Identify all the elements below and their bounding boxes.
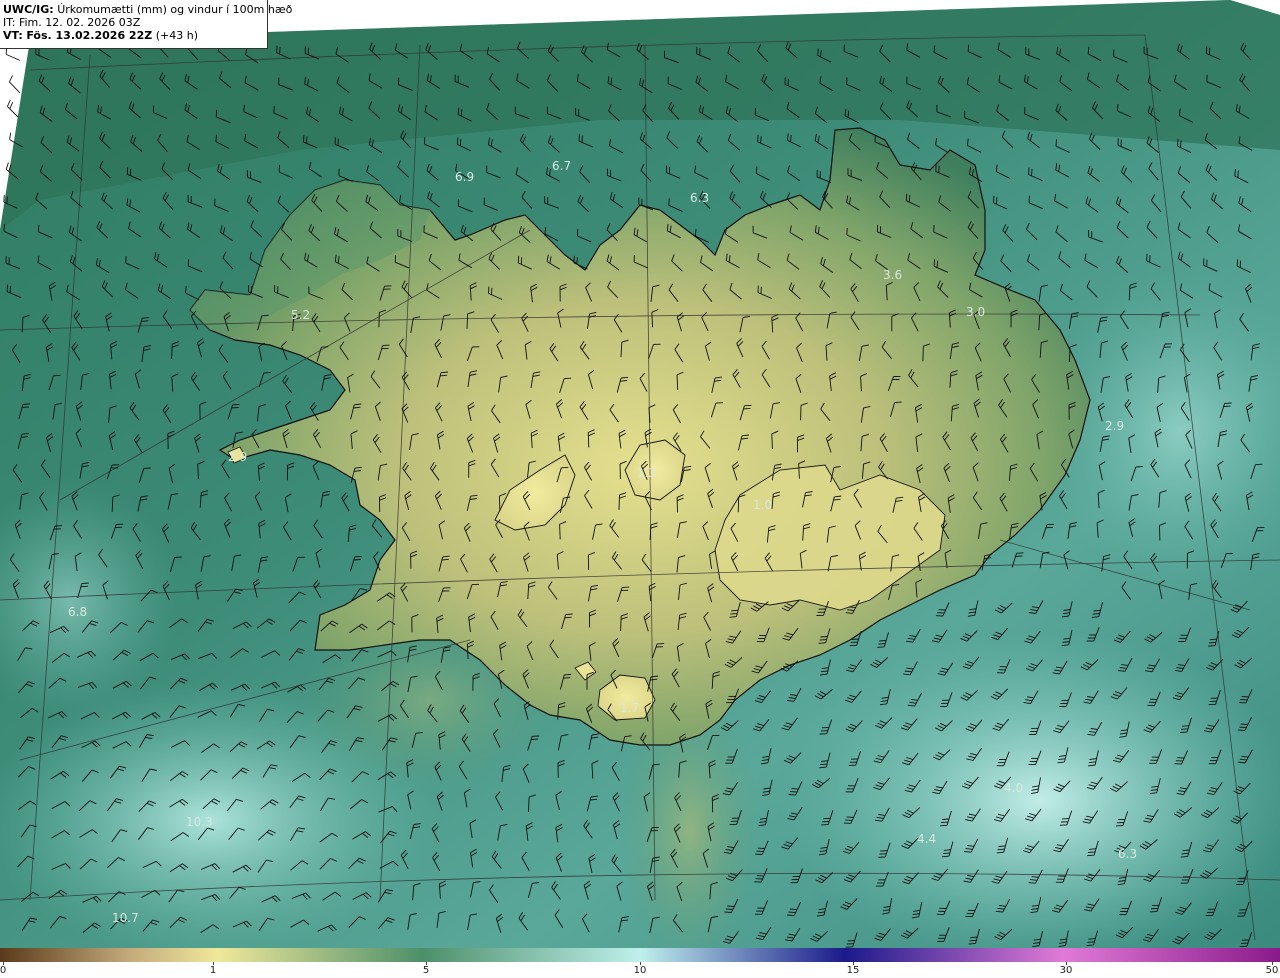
map-label: 3.0 (966, 305, 985, 319)
map-label: 6.3 (1118, 847, 1137, 861)
map-label: 10.3 (186, 815, 213, 829)
product-id: UWC/IG: (3, 3, 54, 16)
colorbar-label: 10 (633, 965, 647, 976)
colorbar-label: 0 (0, 965, 7, 976)
map-label: 10.7 (112, 911, 139, 925)
map-label: 5.2 (291, 308, 310, 322)
valid-time-line: VT: Fös. 13.02.2026 22Z (+43 h) (3, 29, 267, 42)
colorbar-gradient (0, 948, 1280, 962)
map-label: 1.7 (620, 701, 639, 715)
map-label: 1.3 (637, 466, 656, 480)
valid-time-date: Fös. 13.02.2026 22Z (26, 29, 153, 42)
map-label: 2.9 (1105, 419, 1124, 433)
map-label: 4.0 (1004, 781, 1023, 795)
colorbar-label: 5 (422, 965, 430, 976)
colorbar-label: 30 (1059, 965, 1073, 976)
map-label: 6.9 (455, 170, 474, 184)
map-label: 6.8 (68, 605, 87, 619)
map-label: 4.4 (917, 832, 936, 846)
precipitation-wind-map: 6.9 6.7 6.3 5.2 3.6 3.0 2.9 2.9 1.3 1.0 … (0, 0, 1280, 948)
product-title: Úrkomumætti (mm) og vindur í 100m hæð (57, 3, 293, 16)
info-title-line: UWC/IG: Úrkomumætti (mm) og vindur í 100… (3, 3, 292, 16)
colorbar-label: 50 (1265, 965, 1279, 976)
map-label: 6.3 (690, 191, 709, 205)
valid-time-prefix: VT: (3, 29, 23, 42)
map-label: 2.9 (228, 450, 247, 464)
colorbar: 0 1 5 10 15 30 50 (0, 948, 1280, 978)
lead-time: (+43 h) (155, 29, 198, 42)
map-label: 1.0 (753, 498, 772, 512)
initial-time: IT: Fim. 12. 02. 2026 03Z (3, 16, 141, 29)
map-label: 6.7 (552, 159, 571, 173)
map-info-box: UWC/IG: Úrkomumætti (mm) og vindur í 100… (0, 0, 292, 49)
colorbar-label: 15 (846, 965, 860, 976)
map-label: 3.6 (883, 268, 902, 282)
colorbar-label: 1 (209, 965, 217, 976)
